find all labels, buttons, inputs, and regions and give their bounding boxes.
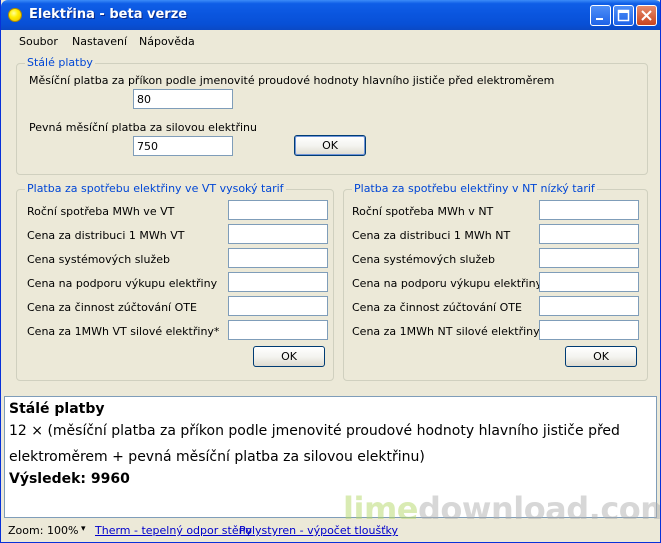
zoom-dropdown-icon[interactable]: ▾ bbox=[81, 524, 86, 534]
vt-label-3: Cena na podporu výkupu elektřiny bbox=[27, 277, 218, 290]
zoom-value[interactable]: 100% bbox=[47, 524, 78, 537]
polystyren-link[interactable]: Polystyren - výpočet tloušťky bbox=[239, 524, 398, 537]
menu-nastaveni[interactable]: Nastavení bbox=[72, 35, 127, 48]
nt-input-0[interactable] bbox=[539, 200, 639, 220]
close-icon bbox=[641, 10, 652, 21]
fixed-payments-group: Stálé platby Měsíční platba za příkon po… bbox=[16, 56, 648, 175]
output-formula-line-2: elektroměrem + pevná měsíční platba za s… bbox=[9, 449, 425, 465]
nt-label-4: Cena za činnost zúčtování OTE bbox=[352, 301, 522, 314]
vt-input-4[interactable] bbox=[228, 296, 328, 316]
nt-label-5: Cena za 1MWh NT silové elektřiny* bbox=[352, 325, 546, 338]
title-bar[interactable]: Elektřina - beta verze bbox=[1, 0, 660, 30]
nt-input-2[interactable] bbox=[539, 248, 639, 268]
nt-input-3[interactable] bbox=[539, 272, 639, 292]
maximize-button[interactable] bbox=[613, 5, 634, 26]
vt-legend: Platba za spotřebu elektřiny ve VT vysok… bbox=[25, 182, 286, 195]
monthly-payment-label: Měsíční platba za příkon podle jmenovité… bbox=[29, 74, 555, 87]
vt-group: Platba za spotřebu elektřiny ve VT vysok… bbox=[16, 182, 334, 381]
nt-label-1: Cena za distribuci 1 MWh NT bbox=[352, 229, 511, 242]
menu-soubor[interactable]: Soubor bbox=[19, 35, 58, 48]
nt-group: Platba za spotřebu elektřiny v NT nízký … bbox=[343, 182, 648, 381]
vt-ok-button[interactable]: OK bbox=[253, 346, 325, 367]
vt-label-2: Cena systémových služeb bbox=[27, 253, 170, 266]
nt-label-2: Cena systémových služeb bbox=[352, 253, 495, 266]
fixed-payments-legend: Stálé platby bbox=[25, 56, 95, 69]
fixed-payment-input[interactable] bbox=[133, 136, 233, 156]
vt-label-1: Cena za distribuci 1 MWh VT bbox=[27, 229, 185, 242]
vt-label-0: Roční spotřeba MWh ve VT bbox=[27, 205, 175, 218]
minimize-button[interactable] bbox=[590, 5, 611, 26]
vt-input-2[interactable] bbox=[228, 248, 328, 268]
vt-input-0[interactable] bbox=[228, 200, 328, 220]
nt-ok-button[interactable]: OK bbox=[565, 346, 637, 367]
app-bulb-icon bbox=[8, 8, 22, 22]
nt-label-3: Cena na podporu výkupu elektřiny bbox=[352, 277, 543, 290]
vt-input-3[interactable] bbox=[228, 272, 328, 292]
output-heading: Stálé platby bbox=[9, 401, 105, 417]
nt-legend: Platba za spotřebu elektřiny v NT nízký … bbox=[352, 182, 597, 195]
nt-input-4[interactable] bbox=[539, 296, 639, 316]
fixed-ok-button[interactable]: OK bbox=[294, 135, 366, 156]
fixed-payment-label: Pevná měsíční platba za silovou elektřin… bbox=[29, 121, 257, 134]
monthly-payment-input[interactable] bbox=[133, 89, 233, 109]
output-result: Výsledek: 9960 bbox=[9, 471, 130, 487]
nt-label-0: Roční spotřeba MWh v NT bbox=[352, 205, 494, 218]
output-formula-line-1: 12 × (měsíční platba za příkon podle jme… bbox=[9, 423, 620, 439]
close-button[interactable] bbox=[636, 5, 657, 26]
minimize-icon bbox=[596, 18, 603, 20]
vt-label-4: Cena za činnost zúčtování OTE bbox=[27, 301, 197, 314]
vt-label-5: Cena za 1MWh VT silové elektřiny* bbox=[27, 325, 220, 338]
menu-napoveda[interactable]: Nápověda bbox=[139, 35, 195, 48]
vt-input-5[interactable] bbox=[228, 320, 328, 340]
menu-bar: Soubor Nastavení Nápověda bbox=[1, 30, 660, 52]
window-title: Elektřina - beta verze bbox=[29, 7, 188, 22]
nt-input-1[interactable] bbox=[539, 224, 639, 244]
maximize-icon bbox=[617, 9, 630, 22]
therm-link[interactable]: Therm - tepelný odpor stěny bbox=[95, 524, 252, 537]
status-bar: Zoom: 100% ▾ Therm - tepelný odpor stěny… bbox=[1, 519, 660, 542]
zoom-label: Zoom: bbox=[8, 524, 44, 537]
nt-input-5[interactable] bbox=[539, 320, 639, 340]
app-window: Elektřina - beta verze Soubor Nastavení … bbox=[0, 0, 661, 543]
vt-input-1[interactable] bbox=[228, 224, 328, 244]
